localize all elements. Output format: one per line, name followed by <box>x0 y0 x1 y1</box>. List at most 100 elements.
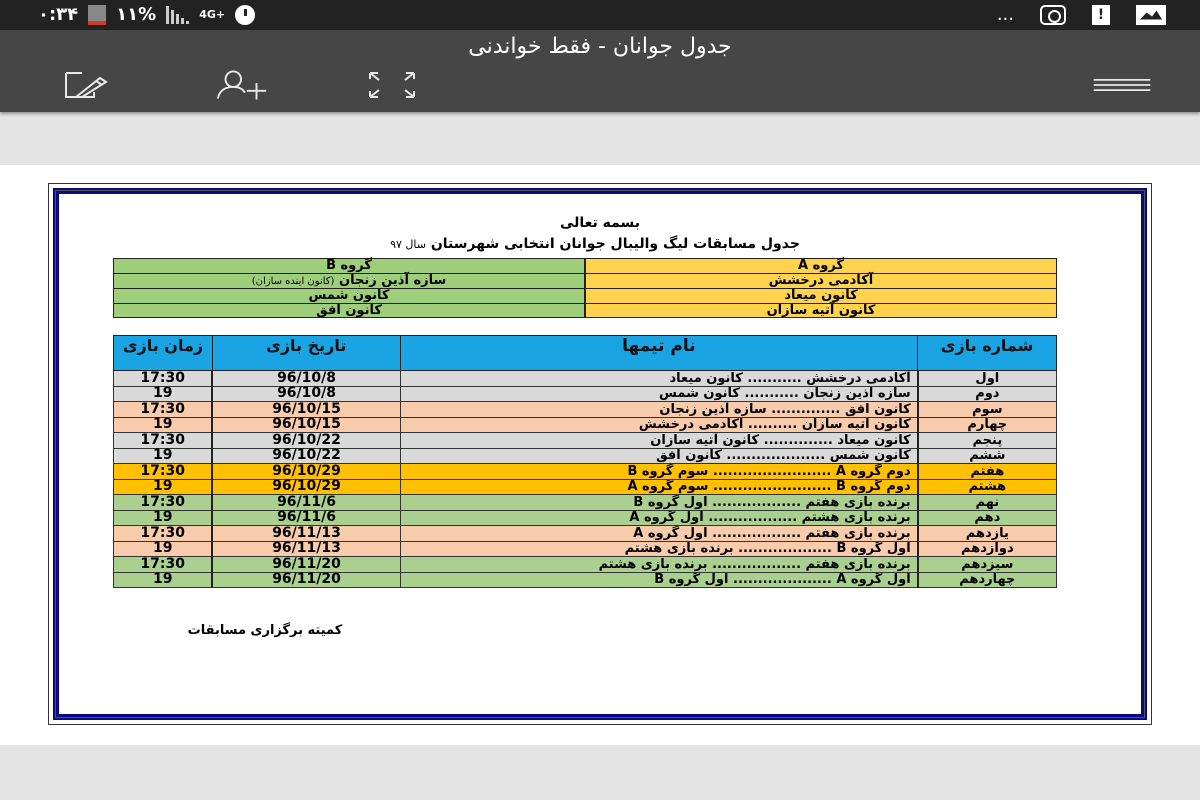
away-team: اول گروه B <box>633 494 708 510</box>
away-team: برنده بازی هشتم <box>598 556 708 572</box>
game-time: 17:30 <box>113 525 214 542</box>
home-team: برنده بازی هفتم <box>805 525 911 541</box>
game-teams: آکادمی درخشش ........... کانون میعاد <box>399 370 919 387</box>
game-number: اول <box>916 370 1057 387</box>
home-team: برنده بازی هفتم <box>805 556 911 572</box>
add-person-icon[interactable] <box>212 68 272 102</box>
game-date: 96/11/13 <box>211 525 401 542</box>
home-team: برنده بازی هشتم <box>801 510 911 526</box>
edit-icon[interactable] <box>60 68 120 102</box>
away-team: اول گروه A <box>629 510 704 526</box>
game-teams: سازه آذین زنجان ........... کانون شمس <box>399 385 919 402</box>
schedule-row: سیزدهم برنده بازی هفتم ..................… <box>113 556 1057 573</box>
app-toolbar: جدول جوانان - فقط خواندنی <box>0 30 1200 112</box>
vs-separator: .................. <box>712 525 802 541</box>
header-team-names: نام تیمها <box>399 335 919 371</box>
game-number: دوم <box>916 385 1057 402</box>
schedule-row: هفتم دوم گروه A ........................ … <box>113 463 1057 480</box>
away-team: کانون افق <box>656 448 722 464</box>
home-team: اول گروه A <box>836 572 911 588</box>
game-date: 96/11/6 <box>211 494 401 511</box>
game-date: 96/11/6 <box>211 509 401 526</box>
battery-icon <box>88 4 107 25</box>
schedule-row: سوم کانون افق .............. سازه آذین زن… <box>113 401 1057 418</box>
home-team: برنده بازی هفتم <box>805 494 911 510</box>
away-team: آکادمی درخشش <box>638 417 744 433</box>
away-team: اول گروه A <box>633 525 708 541</box>
clock: ۰:۳۴ <box>38 4 79 25</box>
home-team: دوم گروه A <box>835 463 911 479</box>
game-teams: اول گروه A .................... اول گروه… <box>399 571 919 588</box>
game-time: 17:30 <box>113 370 214 387</box>
vs-separator: .................. <box>712 556 802 572</box>
vs-separator: ........... <box>744 386 799 402</box>
game-number: دوازدهم <box>916 540 1057 557</box>
alarm-icon <box>235 4 256 25</box>
game-time: 19 <box>113 540 214 557</box>
group-b-header: گروه B <box>113 258 586 274</box>
game-number: چهارم <box>916 416 1057 433</box>
game-time: 19 <box>113 571 214 588</box>
home-team: سازه آذین زنجان <box>803 386 911 402</box>
game-teams: کانون شمس .................... کانون افق <box>399 447 919 464</box>
fullscreen-icon[interactable] <box>362 68 422 102</box>
vs-separator: .................... <box>733 572 832 588</box>
vs-separator: .............. <box>763 432 833 448</box>
vs-separator: .................. <box>712 494 802 510</box>
group-b-team: کانون افق <box>113 302 586 319</box>
schedule-table: شماره بازی نام تیمها تاریخ بازی زمان باز… <box>113 335 1057 588</box>
game-teams: برنده بازی هشتم .................. اول گ… <box>399 509 919 526</box>
schedule-row: دوم سازه آذین زنجان ........... کانون شمس… <box>113 385 1057 402</box>
group-a-team: کانون میعاد <box>584 287 1057 304</box>
game-date: 96/10/8 <box>211 385 401 402</box>
group-b-team-note: (کانون اینده سازان) <box>251 275 335 287</box>
game-teams: برنده بازی هفتم .................. برنده… <box>399 556 919 573</box>
game-time: 17:30 <box>113 494 214 511</box>
game-number: هفتم <box>916 463 1057 480</box>
vs-separator: ................... <box>738 541 832 557</box>
game-date: 96/10/15 <box>211 416 401 433</box>
schedule-row: پنجم کانون میعاد .............. کانون آتی… <box>113 432 1057 449</box>
groups-table: گروه A گروه B آکادمی درخشش سازه آذین زنج… <box>113 258 1057 319</box>
game-time: 17:30 <box>113 463 214 480</box>
group-a-team: کانون آتیه سازان <box>584 302 1057 319</box>
game-number: سیزدهم <box>916 556 1057 573</box>
battery-percent: ۱۱% <box>116 4 157 25</box>
game-number: چهاردهم <box>916 571 1057 588</box>
game-number: ششم <box>916 447 1057 464</box>
group-b-team-name: سازه آذین زنجان <box>338 272 447 288</box>
game-date: 96/11/20 <box>211 571 401 588</box>
home-team: اول گروه B <box>836 541 911 557</box>
game-time: 19 <box>113 509 214 526</box>
vs-separator: .......... <box>747 417 798 433</box>
schedule-row: هشتم دوم گروه B ........................ … <box>113 478 1057 495</box>
away-team: سازه آذین زنجان <box>659 401 767 417</box>
group-b-team: سازه آذین زنجان (کانون اینده سازان) <box>113 272 586 289</box>
schedule-row: ششم کانون شمس .................... کانون … <box>113 447 1057 464</box>
schedule-row: نهم برنده بازی هفتم .................. او… <box>113 494 1057 511</box>
schedule-row: چهارم کانون آتیه سازان .......... آکادمی … <box>113 416 1057 433</box>
vs-separator: .................... <box>726 448 826 464</box>
schedule-row: دهم برنده بازی هشتم .................. او… <box>113 509 1057 526</box>
game-teams: کانون میعاد .............. کانون آتیه سا… <box>399 432 919 449</box>
home-team: کانون میعاد <box>837 432 911 448</box>
game-date: 96/10/22 <box>211 432 401 449</box>
away-team: اول گروه B <box>654 572 729 588</box>
game-time: 19 <box>113 478 214 495</box>
game-teams: دوم گروه A ........................ سوم … <box>399 463 919 480</box>
game-teams: کانون افق .............. سازه آذین زنجان <box>399 401 919 418</box>
vs-separator: .............. <box>771 401 841 417</box>
home-team: کانون شمس <box>829 448 911 464</box>
game-teams: کانون آتیه سازان .......... آکادمی درخشش <box>399 416 919 433</box>
document-title: جدول جوانان - فقط خواندنی <box>468 34 732 59</box>
game-time: 17:30 <box>113 401 214 418</box>
game-date: 96/10/29 <box>211 463 401 480</box>
header-game-time: زمان بازی <box>113 335 213 371</box>
game-time: 17:30 <box>113 432 214 449</box>
schedule-year: سال ۹۷ <box>390 238 426 251</box>
away-team: برنده بازی هشتم <box>624 541 734 557</box>
vs-separator: ........................ <box>712 479 832 495</box>
game-date: 96/10/15 <box>211 401 401 418</box>
group-a-header: گروه A <box>584 258 1057 274</box>
menu-icon[interactable] <box>1092 68 1152 102</box>
